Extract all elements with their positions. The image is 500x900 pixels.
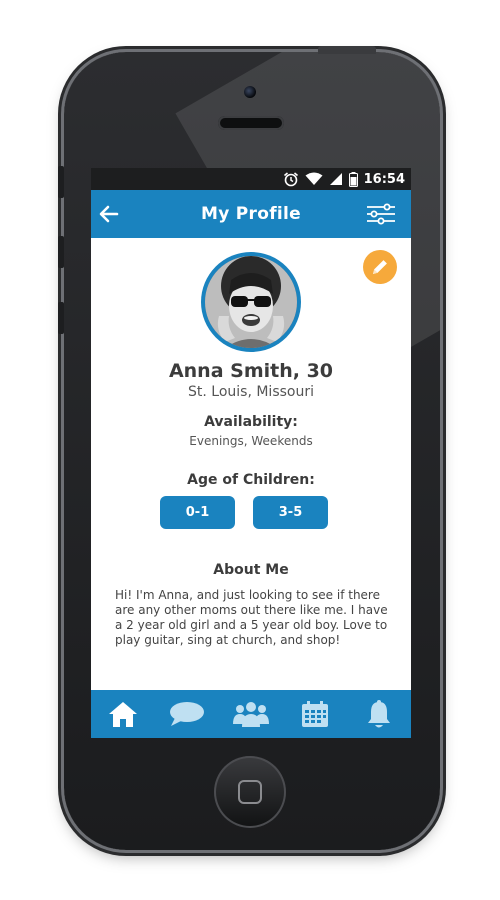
availability-heading: Availability:: [204, 414, 298, 430]
profile-content: Anna Smith, 30 St. Louis, Missouri Avail…: [91, 238, 411, 690]
bell-icon: [368, 700, 390, 728]
nav-notifications[interactable]: [357, 694, 401, 734]
volume-up-button: [58, 236, 64, 268]
mute-switch: [58, 166, 64, 198]
nav-home[interactable]: [101, 694, 145, 734]
alarm-icon: [283, 172, 298, 187]
nav-chat[interactable]: [165, 694, 209, 734]
edit-profile-button[interactable]: [363, 250, 397, 284]
age-of-children-heading: Age of Children:: [187, 472, 315, 488]
about-me-text: Hi! I'm Anna, and just looking to see if…: [115, 588, 388, 647]
home-button-square: [238, 780, 262, 804]
home-button[interactable]: [214, 756, 286, 828]
profile-location: St. Louis, Missouri: [188, 384, 314, 400]
home-icon: [109, 702, 137, 727]
bottom-nav: [91, 690, 411, 738]
group-icon: [233, 702, 269, 727]
battery-icon: [348, 171, 358, 187]
nav-group[interactable]: [229, 694, 273, 734]
page-title: My Profile: [200, 204, 302, 224]
earpiece-speaker: [218, 116, 284, 130]
pencil-icon: [373, 260, 387, 274]
status-time: 16:54: [363, 171, 405, 187]
settings-sliders-icon[interactable]: [365, 202, 397, 226]
cell-signal-icon: [329, 173, 342, 185]
age-chip-3-5[interactable]: 3-5: [253, 496, 328, 529]
status-bar: 16:54: [91, 168, 411, 190]
profile-photo: [205, 256, 297, 348]
about-me-heading: About Me: [213, 562, 289, 578]
calendar-icon: [302, 701, 328, 727]
back-arrow-icon[interactable]: [97, 202, 121, 226]
volume-down-button: [58, 302, 64, 334]
age-chip-0-1[interactable]: 0-1: [160, 496, 235, 529]
profile-avatar: [201, 252, 301, 352]
availability-value: Evenings, Weekends: [189, 434, 313, 448]
profile-name: Anna Smith, 30: [168, 360, 334, 382]
chat-icon: [170, 702, 204, 726]
wifi-icon: [305, 172, 323, 185]
phone-screen: 16:54 My Profile Anna Smith, 30 St. Loui…: [91, 168, 411, 738]
front-camera: [244, 86, 256, 98]
power-button: [318, 46, 376, 54]
app-bar: My Profile: [91, 190, 411, 238]
nav-calendar[interactable]: [293, 694, 337, 734]
